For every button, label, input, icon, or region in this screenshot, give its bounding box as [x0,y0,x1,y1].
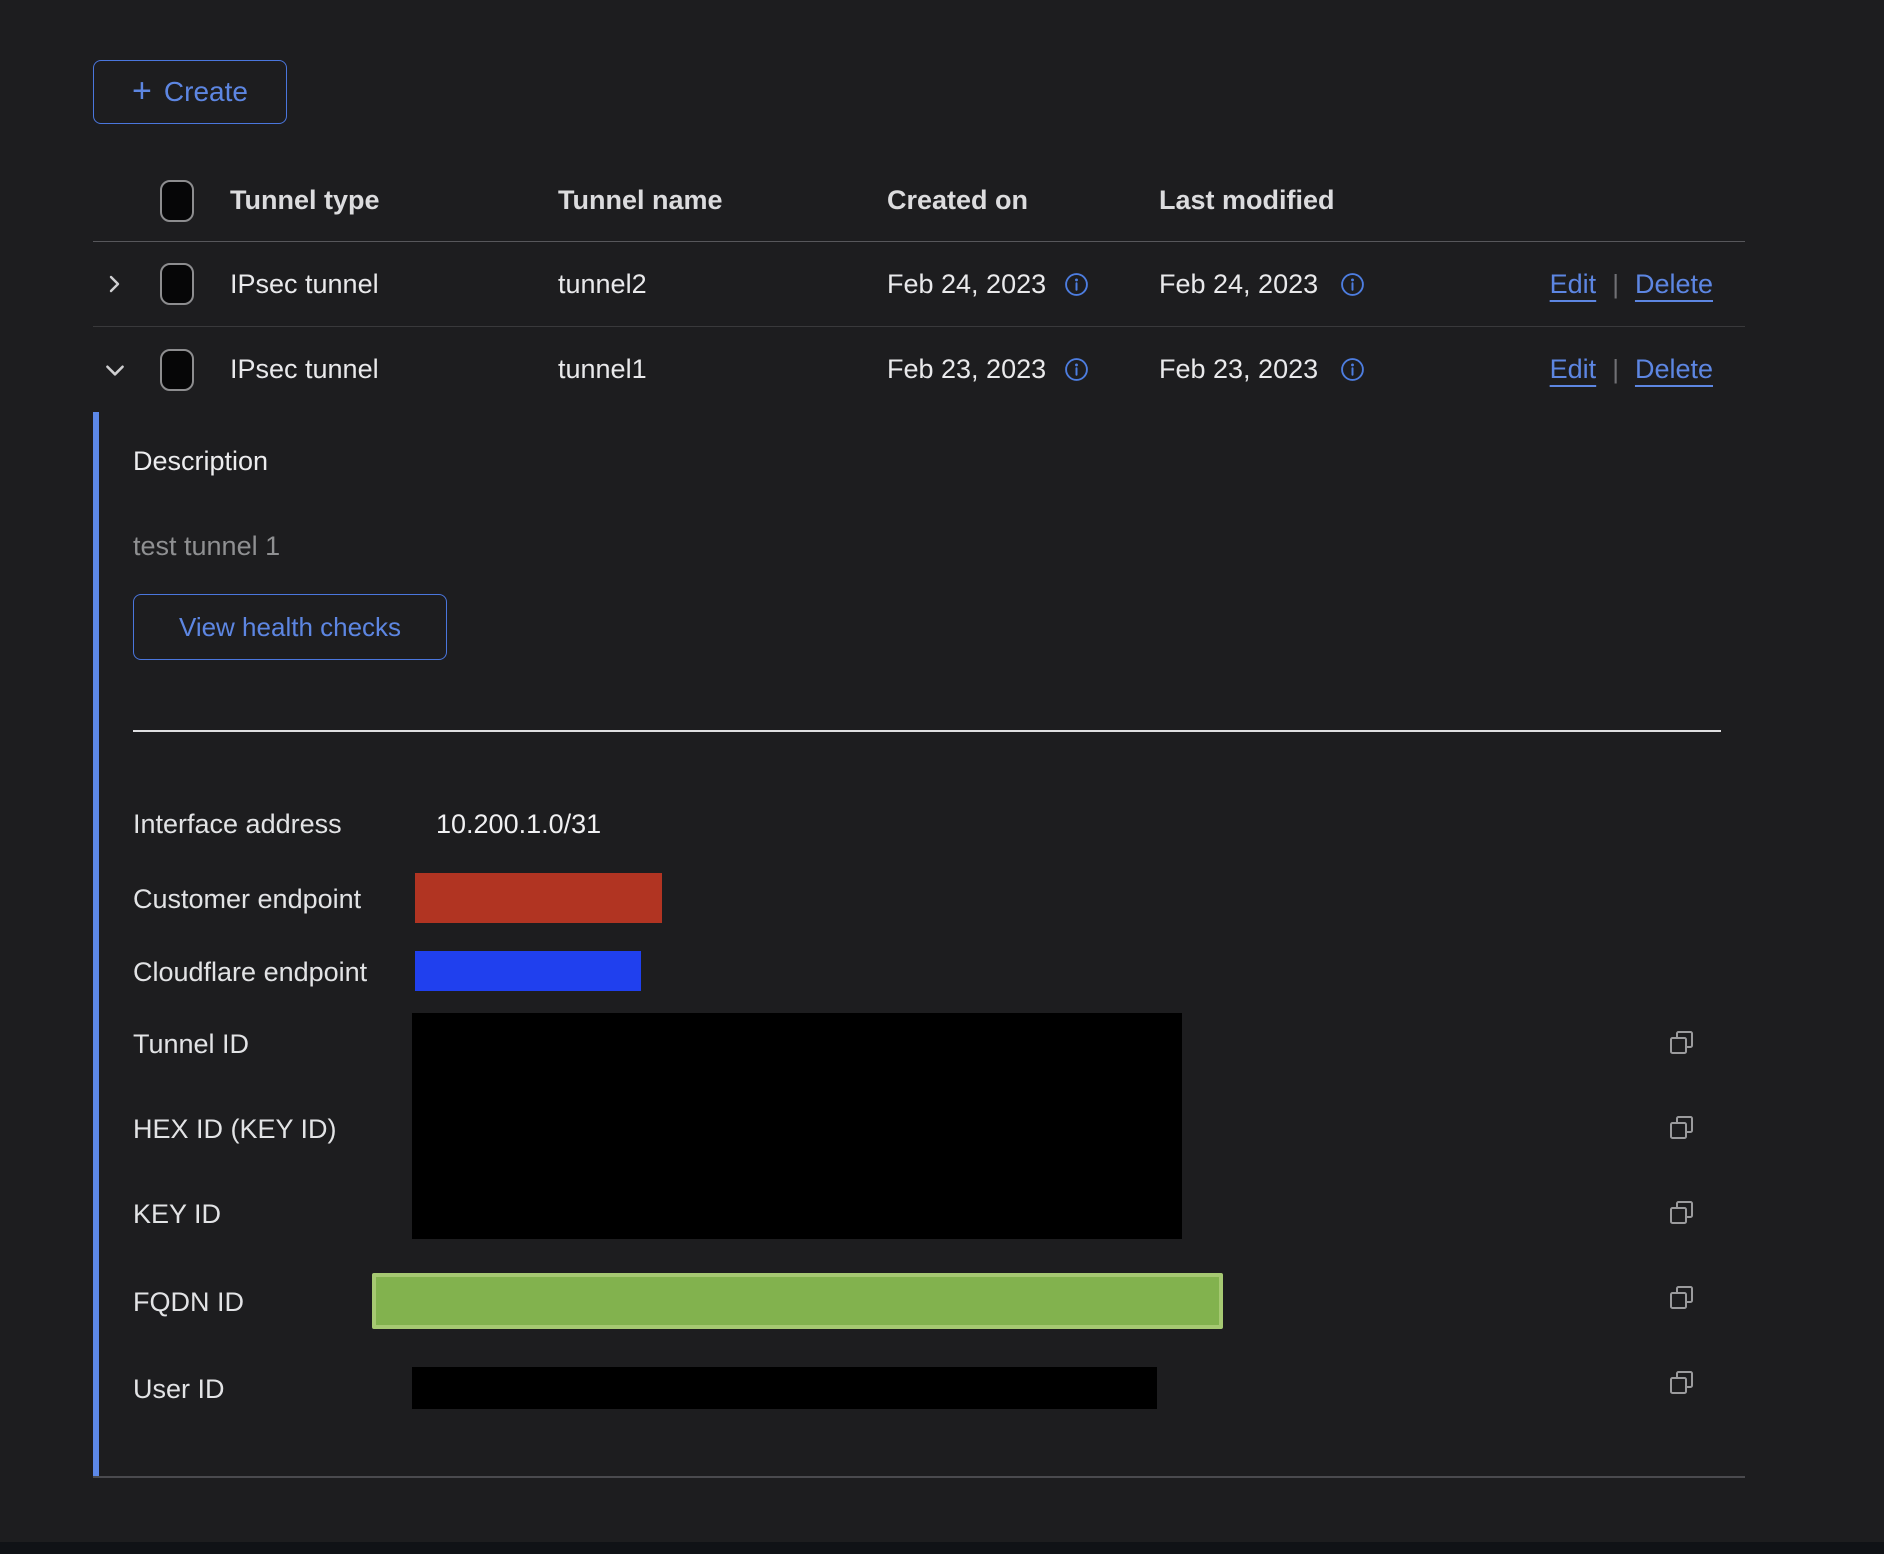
description-value: test tunnel 1 [133,531,280,562]
actions-separator: | [1612,354,1619,385]
key-id-label: KEY ID [133,1199,221,1230]
view-health-checks-label: View health checks [179,612,401,643]
edit-link[interactable]: Edit [1550,269,1597,300]
chevron-down-icon[interactable] [102,357,128,383]
tunnel-type-cell: IPsec tunnel [230,269,558,300]
table-header-row: Tunnel type Tunnel name Created on Last … [93,160,1745,242]
cloudflare-endpoint-redacted-value [415,951,641,991]
header-last-modified: Last modified [1159,185,1335,216]
copy-icon[interactable] [1668,1199,1696,1227]
hex-id-label: HEX ID (KEY ID) [133,1114,337,1145]
edit-link[interactable]: Edit [1550,354,1597,385]
info-icon[interactable] [1340,357,1365,382]
ids-redacted-value-block [412,1013,1182,1239]
ipsec-tunnels-page: + Create Tunnel type Tunnel name Created… [0,0,1884,1554]
create-button-label: Create [164,76,248,108]
tunnel-type-cell: IPsec tunnel [230,354,558,385]
create-button[interactable]: + Create [93,60,287,124]
user-id-label: User ID [133,1374,225,1405]
last-modified-cell: Feb 23, 2023 [1159,354,1318,385]
view-health-checks-button[interactable]: View health checks [133,594,447,660]
info-icon[interactable] [1064,357,1089,382]
chevron-right-icon[interactable] [102,272,126,296]
expanded-row-accent-bar [93,412,99,1477]
panel-divider [133,730,1721,732]
customer-endpoint-label: Customer endpoint [133,884,361,915]
info-icon[interactable] [1340,272,1365,297]
tunnel-id-label: Tunnel ID [133,1029,249,1060]
fqdn-id-label: FQDN ID [133,1287,244,1318]
description-label: Description [133,446,268,477]
table-row: IPsec tunnel tunnel2 Feb 24, 2023 Feb 24… [93,242,1745,327]
user-id-redacted-value [412,1367,1157,1409]
created-on-cell: Feb 24, 2023 [887,269,1046,300]
created-on-cell: Feb 23, 2023 [887,354,1046,385]
delete-link[interactable]: Delete [1635,354,1713,385]
tunnel-name-cell: tunnel1 [558,354,887,385]
last-modified-cell: Feb 24, 2023 [1159,269,1318,300]
copy-icon[interactable] [1668,1369,1696,1397]
header-created-on: Created on [887,185,1028,216]
table-row: IPsec tunnel tunnel1 Feb 23, 2023 Feb 23… [93,327,1745,412]
header-tunnel-name: Tunnel name [558,185,887,216]
header-tunnel-type: Tunnel type [230,185,558,216]
viewport-bottom-edge [0,1542,1884,1554]
row-checkbox[interactable] [160,263,194,305]
row-checkbox[interactable] [160,349,194,391]
fqdn-id-redacted-value [372,1273,1223,1329]
expanded-panel-bottom-border [93,1476,1745,1478]
interface-address-label: Interface address [133,809,342,840]
cloudflare-endpoint-label: Cloudflare endpoint [133,957,367,988]
delete-link[interactable]: Delete [1635,269,1713,300]
copy-icon[interactable] [1668,1029,1696,1057]
plus-icon: + [132,74,152,108]
tunnel-name-cell: tunnel2 [558,269,887,300]
copy-icon[interactable] [1668,1284,1696,1312]
actions-separator: | [1612,269,1619,300]
info-icon[interactable] [1064,272,1089,297]
customer-endpoint-redacted-value [415,873,662,923]
tunnels-table: Tunnel type Tunnel name Created on Last … [93,160,1745,412]
copy-icon[interactable] [1668,1114,1696,1142]
interface-address-value: 10.200.1.0/31 [436,809,601,840]
select-all-checkbox[interactable] [160,180,194,222]
